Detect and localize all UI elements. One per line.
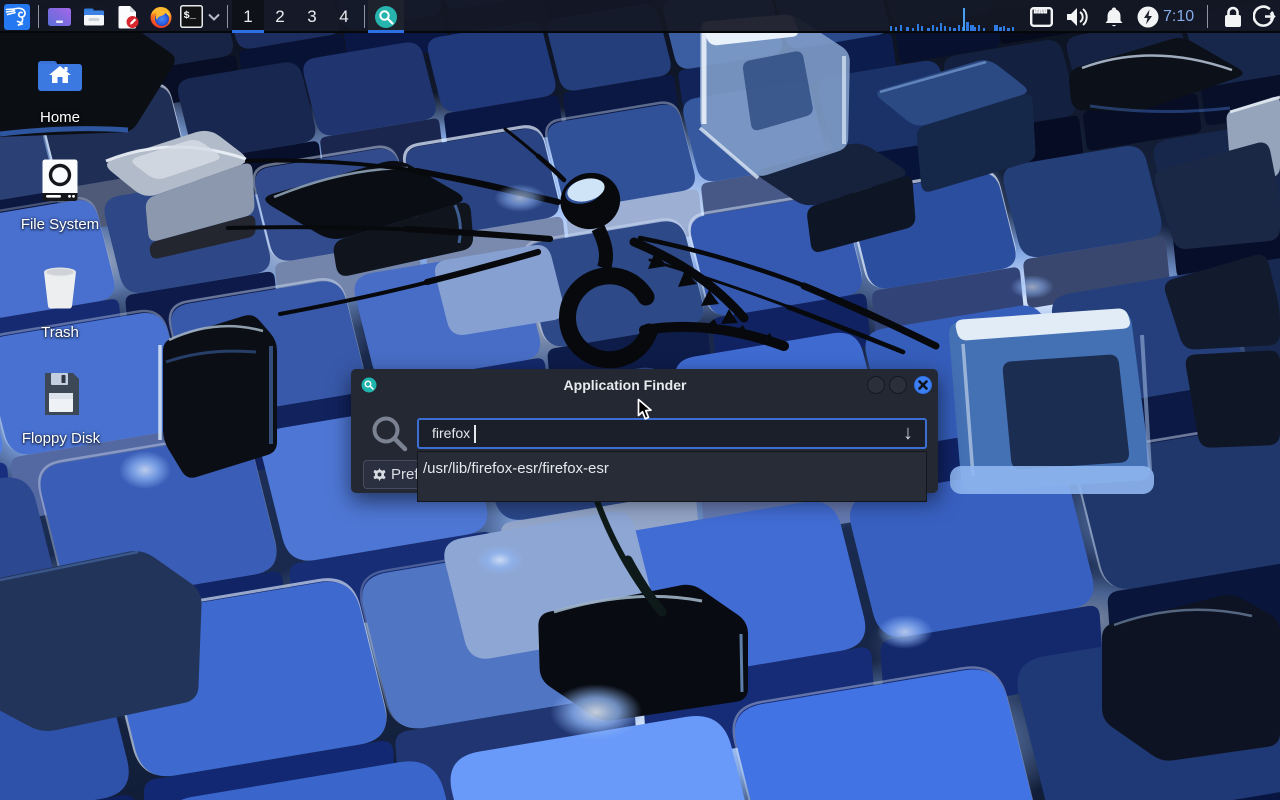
svg-text:$_: $_ bbox=[183, 10, 196, 22]
